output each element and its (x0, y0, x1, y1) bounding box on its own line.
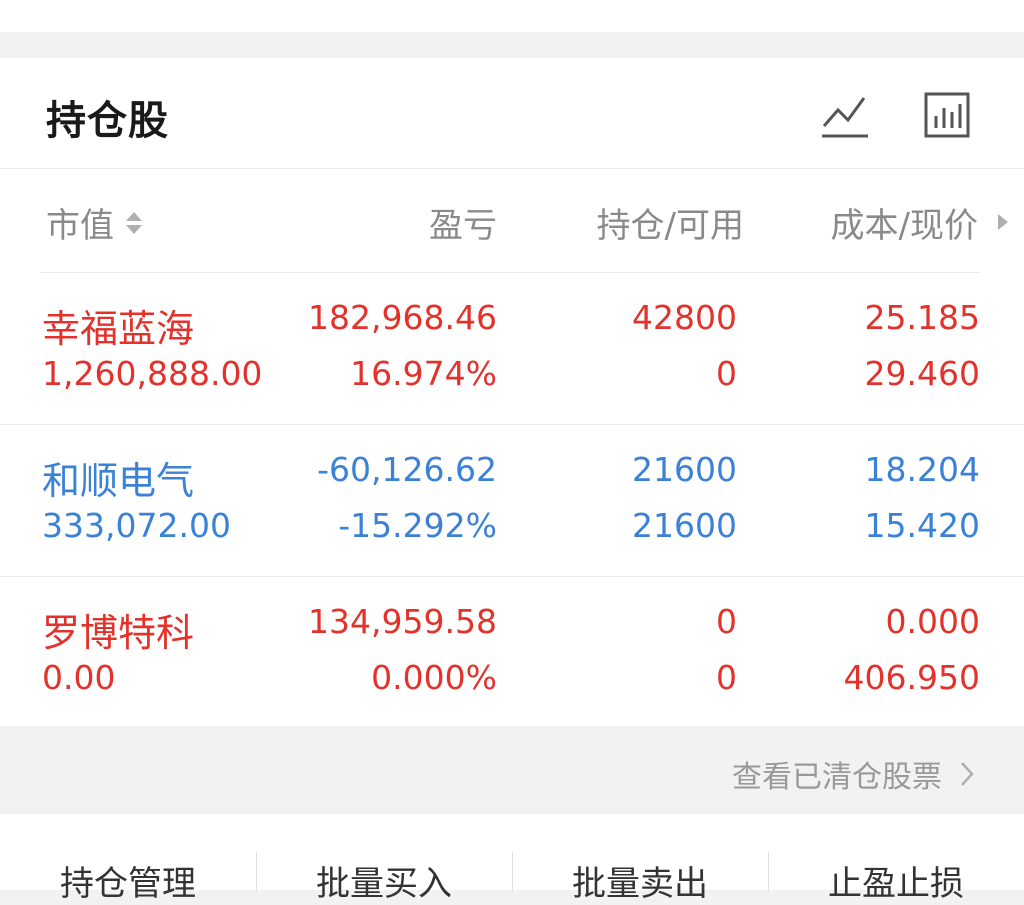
available-quantity: 0 (716, 658, 737, 697)
sort-icon[interactable] (124, 206, 144, 240)
tab-position-management[interactable]: 持仓管理 (0, 856, 256, 905)
table-row[interactable]: 和顺电气 333,072.00 -60,126.62 -15.292% 2160… (0, 424, 1024, 576)
page-title: 持仓股 (46, 98, 169, 144)
tab-take-profit-stop-loss[interactable]: 止盈止损 (768, 856, 1024, 905)
chevron-right-icon[interactable] (996, 212, 1010, 232)
pnl-percent: -15.292% (338, 506, 497, 545)
hold-quantity: 21600 (632, 450, 737, 489)
tab-batch-sell[interactable]: 批量卖出 (512, 856, 768, 905)
current-price: 406.950 (843, 658, 980, 697)
cost-price: 0.000 (885, 602, 980, 641)
col-position: 持仓/可用 (596, 206, 744, 246)
market-value: 1,260,888.00 (42, 354, 263, 393)
col-pnl: 盈亏 (429, 206, 497, 246)
current-price: 15.420 (864, 506, 980, 545)
pnl-value: 182,968.46 (308, 298, 497, 337)
cost-price: 18.204 (864, 450, 980, 489)
market-value: 0.00 (42, 658, 116, 697)
hold-quantity: 42800 (632, 298, 737, 337)
chevron-right-icon (961, 762, 974, 786)
cleared-stocks-label: 查看已清仓股票 (732, 760, 942, 795)
bar-chart-icon[interactable] (920, 90, 974, 144)
bottom-action-bar: 持仓管理 批量买入 批量卖出 止盈止损 (0, 814, 1024, 904)
table-row[interactable]: 罗博特科 0.00 134,959.58 0.000% 0 0 0.000 40… (0, 576, 1024, 728)
card-header: 持仓股 (0, 58, 1024, 168)
pnl-value: -60,126.62 (317, 450, 497, 489)
cleared-stocks-link[interactable]: 查看已清仓股票 (732, 752, 974, 796)
pnl-percent: 16.974% (350, 354, 497, 393)
current-price: 29.460 (864, 354, 980, 393)
tab-batch-buy[interactable]: 批量买入 (256, 856, 512, 905)
pnl-value: 134,959.58 (308, 602, 497, 641)
stock-name: 和顺电气 (42, 459, 195, 503)
col-cost-price: 成本/现价 (830, 206, 978, 246)
pnl-percent: 0.000% (371, 658, 497, 697)
trend-line-icon[interactable] (818, 90, 872, 144)
column-header: 市值 盈亏 持仓/可用 成本/现价 (0, 168, 1024, 272)
available-quantity: 0 (716, 354, 737, 393)
table-row[interactable]: 幸福蓝海 1,260,888.00 182,968.46 16.974% 428… (0, 272, 1024, 424)
top-strip (0, 0, 1024, 32)
market-value: 333,072.00 (42, 506, 231, 545)
holdings-card: 持仓股 市值 盈亏 持仓/可用 成本/现价 幸福蓝海 1,260,888.00 (0, 58, 1024, 726)
stock-name: 罗博特科 (42, 611, 195, 655)
available-quantity: 21600 (632, 506, 737, 545)
cost-price: 25.185 (864, 298, 980, 337)
stock-name: 幸福蓝海 (42, 307, 195, 351)
col-market-value[interactable]: 市值 (46, 198, 114, 247)
hold-quantity: 0 (716, 602, 737, 641)
